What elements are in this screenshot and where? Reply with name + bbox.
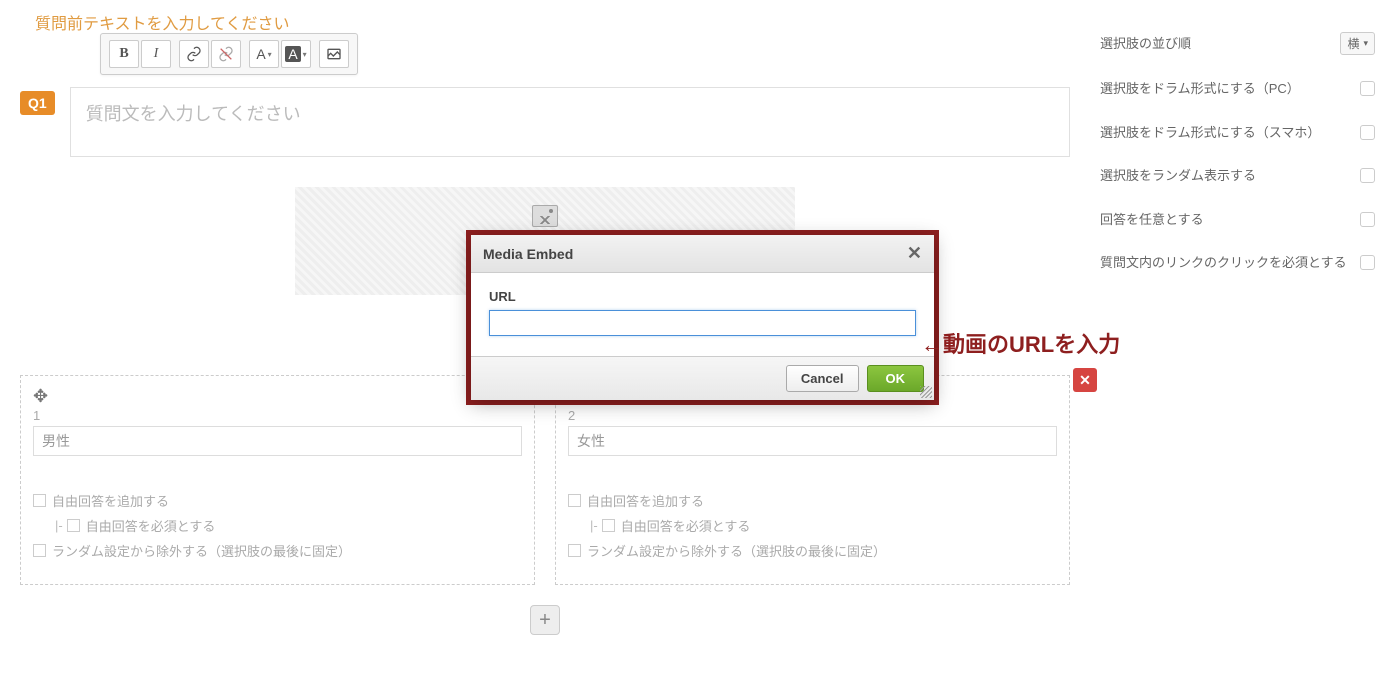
order-select[interactable]: 横 (1340, 32, 1375, 55)
checkbox[interactable] (568, 494, 581, 507)
checkbox[interactable] (1360, 212, 1375, 227)
bold-button[interactable]: B (109, 40, 139, 68)
checkbox[interactable] (33, 544, 46, 557)
choice-card: ✥ 1 自由回答を追加する |- 自由回答を必須とする ランダム設定から除外する… (20, 375, 535, 585)
checkbox[interactable] (33, 494, 46, 507)
media-embed-button[interactable] (319, 40, 349, 68)
setting-random-label: 選択肢をランダム表示する (1100, 166, 1360, 186)
choice-number: 1 (33, 408, 522, 423)
setting-order-label: 選択肢の並び順 (1100, 34, 1340, 54)
setting-optional-label: 回答を任意とする (1100, 210, 1360, 230)
settings-sidebar: 選択肢の並び順 横 選択肢をドラム形式にする（PC） 選択肢をドラム形式にする（… (1090, 0, 1400, 305)
checkbox[interactable] (568, 544, 581, 557)
dialog-highlight-frame: Media Embed ✕ URL Cancel OK (466, 230, 939, 405)
checkbox[interactable] (602, 519, 615, 532)
choice-text-input[interactable] (33, 426, 522, 456)
annotation-label: ←動画のURLを入力 (921, 327, 1120, 359)
checkbox[interactable] (1360, 125, 1375, 140)
rich-text-toolbar: B I A▾ A▾ (100, 33, 358, 75)
indent-prefix: |- (55, 518, 63, 533)
drag-handle-icon[interactable]: ✥ (33, 386, 48, 407)
question-number-badge: Q1 (20, 91, 55, 115)
setting-drum-sp-label: 選択肢をドラム形式にする（スマホ） (1100, 123, 1360, 143)
exclude-random-label: ランダム設定から除外する（選択肢の最後に固定） (587, 541, 886, 560)
choice-number: 2 (568, 408, 1057, 423)
free-answer-add-label: 自由回答を追加する (587, 491, 704, 510)
free-answer-add-label: 自由回答を追加する (52, 491, 169, 510)
url-input[interactable] (489, 310, 916, 336)
url-field-label: URL (489, 289, 916, 304)
checkbox[interactable] (1360, 255, 1375, 270)
checkbox[interactable] (1360, 168, 1375, 183)
add-choice-button[interactable]: + (530, 605, 560, 635)
link-button[interactable] (179, 40, 209, 68)
indent-prefix: |- (590, 518, 598, 533)
question-text-input[interactable]: 質問文を入力してください (70, 87, 1070, 157)
free-answer-required-label: 自由回答を必須とする (86, 516, 216, 535)
free-answer-required-label: 自由回答を必須とする (621, 516, 751, 535)
choice-text-input[interactable] (568, 426, 1057, 456)
close-icon[interactable]: ✕ (907, 243, 922, 264)
cancel-button[interactable]: Cancel (786, 365, 859, 392)
italic-button[interactable]: I (141, 40, 171, 68)
bg-color-button[interactable]: A▾ (281, 40, 311, 68)
setting-link-click-label: 質問文内のリンクのクリックを必須とする (1100, 253, 1360, 273)
setting-drum-pc-label: 選択肢をドラム形式にする（PC） (1100, 79, 1360, 99)
dialog-title: Media Embed (483, 246, 573, 262)
text-color-button[interactable]: A▾ (249, 40, 279, 68)
ok-button[interactable]: OK (867, 365, 925, 392)
choice-card: ✕ 2 自由回答を追加する |- 自由回答を必須とする ランダム設定から除外する… (555, 375, 1070, 585)
checkbox[interactable] (67, 519, 80, 532)
unlink-button[interactable] (211, 40, 241, 68)
exclude-random-label: ランダム設定から除外する（選択肢の最後に固定） (52, 541, 351, 560)
delete-choice-button[interactable]: ✕ (1073, 368, 1097, 392)
media-embed-dialog: Media Embed ✕ URL Cancel OK (471, 235, 934, 400)
checkbox[interactable] (1360, 81, 1375, 96)
image-icon (532, 205, 558, 227)
